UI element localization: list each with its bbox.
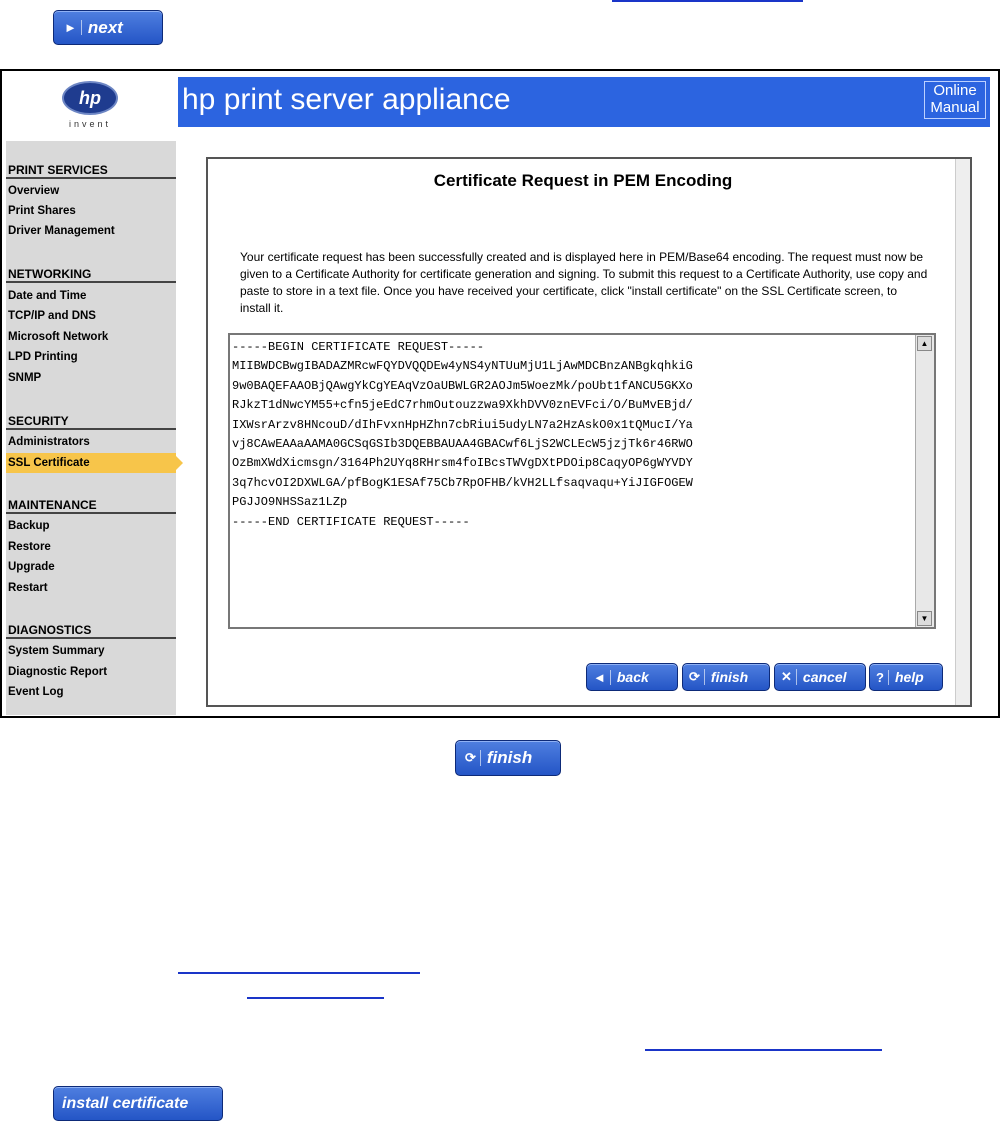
top-link[interactable]	[612, 0, 803, 2]
header-bar: hp print server appliance Online Manual	[178, 77, 990, 127]
sidebar-item-system-summary[interactable]: System Summary	[6, 641, 176, 661]
finish-button[interactable]: ⟳ finish	[682, 663, 770, 691]
logo-tagline: invent	[68, 119, 112, 129]
certificate-scrollbar[interactable]: ▲ ▼	[915, 335, 934, 627]
sidebar-section-networking: NETWORKING	[6, 265, 176, 283]
hp-logo-icon: hp	[62, 81, 118, 115]
certificate-text: -----BEGIN CERTIFICATE REQUEST----- MIIB…	[232, 340, 693, 529]
sidebar: PRINT SERVICES Overview Print Shares Dri…	[6, 141, 183, 715]
sidebar-item-backup[interactable]: Backup	[6, 516, 176, 536]
back-button[interactable]: ◄ back	[586, 663, 678, 691]
help-button[interactable]: ? help	[869, 663, 943, 691]
hp-logo-text: hp	[79, 87, 101, 108]
chevron-left-icon: ◄	[593, 669, 611, 685]
app-title: hp print server appliance	[182, 83, 511, 116]
help-icon: ?	[876, 669, 889, 685]
sidebar-section-security: SECURITY	[6, 412, 176, 430]
close-icon: ✕	[781, 669, 797, 685]
sidebar-item-administrators[interactable]: Administrators	[6, 432, 176, 452]
link-underline-3[interactable]	[645, 1049, 882, 1051]
sidebar-section-maintenance: MAINTENANCE	[6, 496, 176, 514]
sidebar-item-upgrade[interactable]: Upgrade	[6, 557, 176, 577]
content-panel: Certificate Request in PEM Encoding Your…	[206, 157, 972, 707]
sidebar-item-print-shares[interactable]: Print Shares	[6, 201, 176, 221]
sidebar-item-overview[interactable]: Overview	[6, 181, 176, 201]
rotate-icon: ⟳	[689, 669, 705, 685]
finish-button-label: finish	[710, 669, 749, 685]
cancel-button[interactable]: ✕ cancel	[774, 663, 866, 691]
screenshot-frame: hp invent hp print server appliance Onli…	[0, 69, 1000, 718]
sidebar-item-restore[interactable]: Restore	[6, 537, 176, 557]
panel-description: Your certificate request has been succes…	[240, 250, 928, 315]
link-underline-1[interactable]	[178, 972, 420, 974]
sidebar-item-microsoft-network[interactable]: Microsoft Network	[6, 327, 176, 347]
sidebar-item-snmp[interactable]: SNMP	[6, 368, 176, 388]
panel-title: Certificate Request in PEM Encoding	[433, 171, 733, 190]
sidebar-item-lpd-printing[interactable]: LPD Printing	[6, 347, 176, 367]
rotate-icon: ⟳	[465, 750, 481, 766]
install-certificate-button[interactable]: install certificate	[53, 1086, 223, 1121]
sidebar-item-ssl-certificate[interactable]: SSL Certificate	[6, 453, 183, 473]
sidebar-item-tcpip-dns[interactable]: TCP/IP and DNS	[6, 306, 176, 326]
next-button[interactable]: ► next	[53, 10, 163, 45]
chevron-right-icon: ►	[64, 20, 82, 35]
sidebar-item-event-log[interactable]: Event Log	[6, 682, 176, 702]
finish-standalone-label: finish	[486, 748, 533, 767]
scroll-up-icon[interactable]: ▲	[917, 336, 932, 351]
online-manual-link[interactable]: Online Manual	[924, 81, 986, 119]
help-button-label: help	[894, 669, 924, 685]
finish-button-standalone[interactable]: ⟳ finish	[455, 740, 561, 776]
scroll-down-icon[interactable]: ▼	[917, 611, 932, 626]
sidebar-item-restart[interactable]: Restart	[6, 578, 176, 598]
sidebar-item-diagnostic-report[interactable]: Diagnostic Report	[6, 662, 176, 682]
cancel-button-label: cancel	[802, 669, 847, 685]
sidebar-item-driver-management[interactable]: Driver Management	[6, 221, 176, 241]
sidebar-section-print-services: PRINT SERVICES	[6, 161, 176, 179]
link-underline-2[interactable]	[247, 997, 384, 999]
sidebar-section-diagnostics: DIAGNOSTICS	[6, 621, 176, 639]
next-button-label: next	[87, 17, 123, 37]
back-button-label: back	[616, 669, 649, 685]
install-certificate-label: install certificate	[62, 1094, 189, 1112]
sidebar-item-date-and-time[interactable]: Date and Time	[6, 286, 176, 306]
certificate-textarea[interactable]: -----BEGIN CERTIFICATE REQUEST----- MIIB…	[228, 333, 936, 629]
panel-edge	[955, 159, 970, 705]
